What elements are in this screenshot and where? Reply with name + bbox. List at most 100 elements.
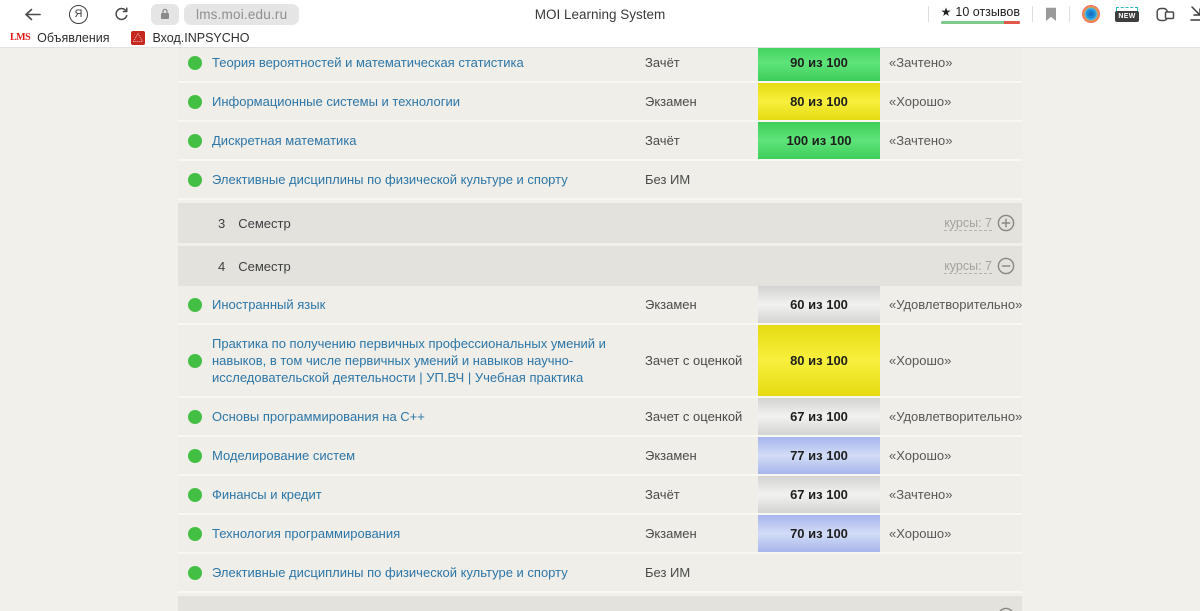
course-name-link[interactable]: Элективные дисциплины по физической куль… bbox=[212, 161, 645, 198]
refresh-icon[interactable] bbox=[114, 7, 129, 22]
bookmark-label: Объявления bbox=[37, 31, 109, 45]
exam-type: Зачёт bbox=[645, 55, 758, 70]
browser-toolbar: Я lms.moi.edu.ru MOI Learning System ★ 1… bbox=[0, 0, 1200, 28]
semester-label: Семестр bbox=[225, 259, 290, 274]
score-cell: 80 из 100 bbox=[758, 83, 880, 120]
score-cell bbox=[758, 554, 880, 591]
course-row: Основы программирования на C++ Зачет с о… bbox=[178, 398, 1022, 437]
courses-count-link[interactable]: курсы: 7 bbox=[944, 216, 992, 231]
expand-icon[interactable] bbox=[997, 214, 1015, 232]
grades-table: Теория вероятностей и математическая ста… bbox=[178, 48, 1022, 611]
score-cell: 70 из 100 bbox=[758, 515, 880, 552]
bookmark-label: Вход.INPSYCHO bbox=[152, 31, 249, 45]
exam-type: Без ИМ bbox=[645, 172, 758, 187]
star-icon: ★ bbox=[941, 6, 952, 18]
extension-globe-icon[interactable] bbox=[1082, 5, 1100, 23]
exam-type: Экзамен bbox=[645, 448, 758, 463]
grade-text: «Хорошо» bbox=[880, 448, 1022, 463]
course-name-link[interactable]: Элективные дисциплины по физической куль… bbox=[212, 554, 645, 591]
course-name-link[interactable]: Информационные системы и технологии bbox=[212, 83, 645, 120]
course-name-link[interactable]: Иностранный язык bbox=[212, 286, 645, 323]
score-cell: 100 из 100 bbox=[758, 122, 880, 159]
reviews-rating-bar bbox=[941, 21, 1020, 24]
tab-groups-icon[interactable] bbox=[1156, 6, 1175, 23]
toolbar-divider bbox=[1069, 6, 1070, 22]
grade-text: «Хорошо» bbox=[880, 353, 1022, 368]
exam-type: Экзамен bbox=[645, 94, 758, 109]
back-icon[interactable] bbox=[24, 8, 41, 21]
course-name-link[interactable]: Практика по получению первичных професси… bbox=[212, 325, 645, 396]
yandex-icon[interactable]: Я bbox=[69, 5, 88, 24]
course-name-link[interactable]: Основы программирования на C++ bbox=[212, 398, 645, 435]
grade-text: «Хорошо» bbox=[880, 526, 1022, 541]
bookmark-item-announcements[interactable]: LMS Объявления bbox=[10, 31, 109, 45]
course-row: Элективные дисциплины по физической куль… bbox=[178, 161, 1022, 200]
grade-text: «Удовлетворительно» bbox=[880, 409, 1022, 424]
page-content: Теория вероятностей и математическая ста… bbox=[0, 48, 1200, 611]
address-bar[interactable]: lms.moi.edu.ru bbox=[184, 4, 299, 25]
course-name-link[interactable]: Дискретная математика bbox=[212, 122, 645, 159]
semester-row: 4 Семестр курсы: 7 bbox=[178, 246, 1022, 286]
score-cell: 77 из 100 bbox=[758, 437, 880, 474]
status-dot-icon bbox=[188, 95, 202, 109]
grade-text: «Зачтено» bbox=[880, 133, 1022, 148]
status-dot-icon bbox=[188, 488, 202, 502]
score-cell: 80 из 100 bbox=[758, 325, 880, 396]
status-dot-icon bbox=[188, 173, 202, 187]
courses-count-link[interactable]: курсы: 7 bbox=[944, 259, 992, 274]
exam-type: Экзамен bbox=[645, 297, 758, 312]
course-row: Дискретная математика Зачёт 100 из 100 «… bbox=[178, 122, 1022, 161]
emblem-icon bbox=[131, 31, 145, 45]
course-name-link[interactable]: Теория вероятностей и математическая ста… bbox=[212, 48, 645, 81]
course-row: Информационные системы и технологии Экза… bbox=[178, 83, 1022, 122]
score-cell: 90 из 100 bbox=[758, 48, 880, 81]
download-icon[interactable] bbox=[1189, 5, 1200, 23]
exam-type: Зачет с оценкой bbox=[645, 409, 758, 424]
course-row: Практика по получению первичных професси… bbox=[178, 325, 1022, 398]
toolbar-divider bbox=[1032, 6, 1033, 22]
status-dot-icon bbox=[188, 354, 202, 368]
score-cell: 60 из 100 bbox=[758, 286, 880, 323]
semester-row: 3 Семестр курсы: 7 bbox=[178, 203, 1022, 243]
page-title: MOI Learning System bbox=[440, 7, 760, 22]
reviews-button[interactable]: ★ 10 отзывов bbox=[941, 5, 1020, 24]
exam-type: Экзамен bbox=[645, 526, 758, 541]
lms-logo-icon: LMS bbox=[10, 32, 30, 43]
exam-type: Зачёт bbox=[645, 487, 758, 502]
exam-type: Зачёт bbox=[645, 133, 758, 148]
course-name-link[interactable]: Технология программирования bbox=[212, 515, 645, 552]
reviews-count: 10 отзывов bbox=[955, 5, 1020, 19]
new-badge: NEW bbox=[1115, 11, 1139, 22]
bookmark-flag-icon[interactable] bbox=[1045, 7, 1057, 22]
course-row: Технология программирования Экзамен 70 и… bbox=[178, 515, 1022, 554]
grade-text: «Хорошо» bbox=[880, 94, 1022, 109]
status-dot-icon bbox=[188, 410, 202, 424]
grade-text: «Зачтено» bbox=[880, 487, 1022, 502]
course-row: Финансы и кредит Зачёт 67 из 100 «Зачтен… bbox=[178, 476, 1022, 515]
score-cell: 67 из 100 bbox=[758, 476, 880, 513]
bookmark-item-inpsycho[interactable]: Вход.INPSYCHO bbox=[131, 31, 249, 45]
score-cell bbox=[758, 161, 880, 198]
status-dot-icon bbox=[188, 56, 202, 70]
exam-type: Зачет с оценкой bbox=[645, 353, 758, 368]
semester-row: 5 Семестр курсы: 8 bbox=[178, 596, 1022, 611]
status-dot-icon bbox=[188, 298, 202, 312]
course-name-link[interactable]: Финансы и кредит bbox=[212, 476, 645, 513]
grade-text: «Зачтено» bbox=[880, 55, 1022, 70]
exam-type: Без ИМ bbox=[645, 565, 758, 580]
collapse-icon[interactable] bbox=[997, 257, 1015, 275]
semester-number: 4 bbox=[178, 259, 225, 274]
screenshot-new-icon[interactable]: NEW bbox=[1114, 7, 1140, 22]
toolbar-divider bbox=[928, 6, 929, 22]
status-dot-icon bbox=[188, 449, 202, 463]
status-dot-icon bbox=[188, 566, 202, 580]
semester-label: Семестр bbox=[225, 216, 290, 231]
status-dot-icon bbox=[188, 527, 202, 541]
course-row: Моделирование систем Экзамен 77 из 100 «… bbox=[178, 437, 1022, 476]
course-name-link[interactable]: Моделирование систем bbox=[212, 437, 645, 474]
course-row: Иностранный язык Экзамен 60 из 100 «Удов… bbox=[178, 286, 1022, 325]
grade-text: «Удовлетворительно» bbox=[880, 297, 1022, 312]
lock-icon[interactable] bbox=[151, 4, 179, 25]
expand-icon[interactable] bbox=[997, 607, 1015, 611]
course-row: Теория вероятностей и математическая ста… bbox=[178, 48, 1022, 83]
